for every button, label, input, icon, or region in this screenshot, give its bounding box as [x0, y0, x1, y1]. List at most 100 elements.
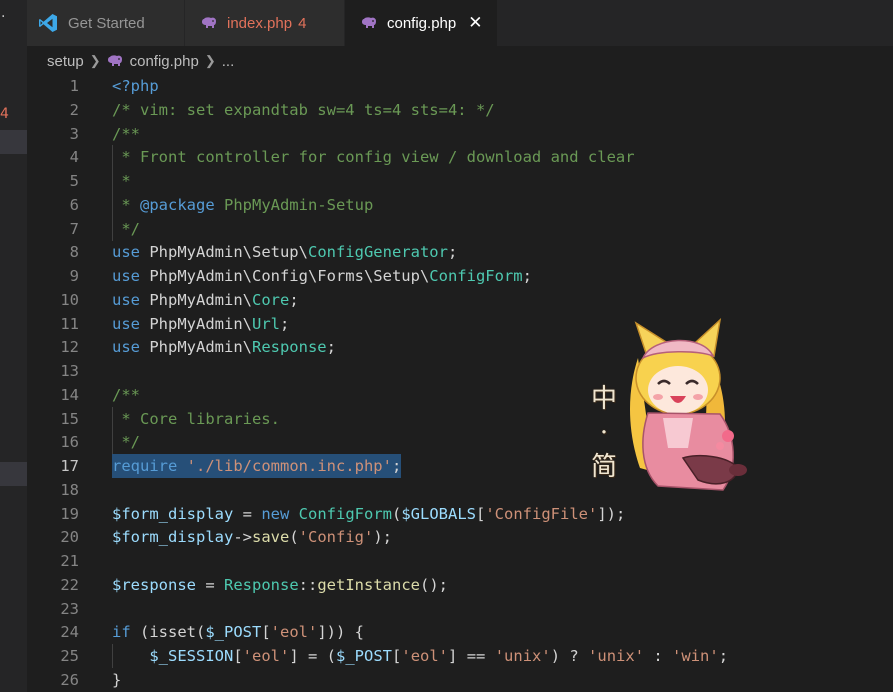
code-line[interactable]: 22 $response = Response::getInstance(); [27, 573, 893, 597]
code-token: use [112, 243, 140, 262]
breadcrumb: setup ❯ config.php ❯ ... [47, 50, 234, 72]
code-token: ])) { [317, 623, 365, 642]
code-line[interactable]: 21 [27, 549, 893, 573]
breadcrumb-file[interactable]: config.php [130, 53, 199, 70]
code-token: [ [261, 623, 271, 642]
code-token: save [252, 528, 290, 547]
code-text: */ [112, 430, 140, 454]
selected-code: require './lib/common.inc.php'; [112, 454, 402, 479]
line-number: 7 [69, 219, 79, 238]
explorer-selected-row[interactable] [0, 130, 27, 154]
code-token: :: [298, 575, 318, 594]
php-elephant-icon [201, 16, 217, 30]
line-number: 8 [69, 243, 79, 262]
line-number: 4 [69, 148, 79, 167]
code-token: ; [289, 290, 299, 309]
anime-girl-sticker: 中 · 简 [588, 317, 758, 496]
close-icon[interactable]: ✕ [468, 13, 482, 33]
code-token: -> [233, 528, 252, 547]
code-editor[interactable]: 1 <?php 2 /* vim: set expandtab sw=4 ts=4 s… [27, 74, 893, 692]
code-token: use [112, 314, 140, 333]
code-token: ; [391, 457, 402, 476]
code-line[interactable]: 13 [27, 359, 893, 383]
code-token: PhpMyAdmin\ [140, 290, 252, 309]
code-line[interactable]: 18 [27, 478, 893, 502]
code-token: ConfigForm [429, 267, 523, 286]
code-line[interactable]: 25 $_SESSION['eol'] = ($_POST['eol'] == … [27, 644, 893, 669]
code-token: ; [279, 314, 290, 333]
code-line[interactable]: 16 */ [27, 430, 893, 455]
code-token: use [112, 338, 140, 357]
code-line[interactable]: 19 $form_display = new ConfigForm($GLOBAL… [27, 502, 893, 526]
code-text: * @package PhpMyAdmin-Setup [112, 193, 373, 217]
line-number: 1 [69, 77, 79, 95]
code-token: */ [112, 219, 140, 238]
code-text: * [112, 169, 130, 193]
code-line[interactable]: 3 /** [27, 122, 893, 146]
code-line[interactable]: 15 * Core libraries. [27, 406, 893, 431]
code-line[interactable]: 26} [27, 668, 893, 692]
code-token: $form_display [112, 528, 234, 547]
code-text: <?php [112, 74, 159, 98]
line-number: 15 [60, 409, 79, 428]
code-token: use [112, 290, 140, 309]
tab-bar: Get Started index.php 4 config.php ✕ [27, 0, 893, 46]
breadcrumb-folder[interactable]: setup [47, 53, 84, 70]
line-number: 19 [60, 504, 79, 523]
code-token: @package [140, 195, 215, 214]
code-token: 'unix' [494, 647, 551, 666]
line-number: 26 [60, 671, 79, 689]
code-token: PhpMyAdmin\ [140, 338, 252, 357]
tab-index-php[interactable]: index.php 4 [184, 0, 344, 46]
code-line[interactable]: 14 /** [27, 383, 893, 407]
php-elephant-icon [107, 54, 123, 68]
code-line[interactable]: 11 use PhpMyAdmin\Url; [27, 312, 893, 336]
code-token: ] == [448, 647, 495, 666]
code-text: /** [112, 122, 140, 146]
php-elephant-icon [361, 16, 377, 30]
code-token: Response [224, 575, 299, 594]
code-line[interactable]: 12 use PhpMyAdmin\Response; [27, 335, 893, 359]
problem-count: 4 [298, 14, 307, 32]
code-token: */ [112, 433, 140, 452]
code-line[interactable]: 7 */ [27, 216, 893, 241]
code-text: $form_display->save('Config'); [112, 525, 392, 549]
code-token: } [112, 671, 122, 689]
line-number: 10 [60, 290, 79, 309]
code-token: ( [289, 528, 299, 547]
code-line[interactable]: 17 require './lib/common.inc.php'; [27, 454, 893, 479]
code-text: /** [112, 383, 140, 407]
code-line[interactable]: 23 [27, 597, 893, 621]
code-line[interactable]: 6 * @package PhpMyAdmin-Setup [27, 192, 893, 217]
code-text: use PhpMyAdmin\Config\Forms\Setup\Config… [112, 264, 532, 288]
code-token: = [233, 504, 262, 523]
tab-get-started[interactable]: Get Started [27, 0, 184, 46]
more-actions-icon[interactable]: · [1, 10, 5, 24]
code-token: PhpMyAdmin\Setup\ [140, 243, 308, 262]
code-text: } [112, 668, 121, 692]
code-text: * Core libraries. [112, 407, 280, 431]
code-line[interactable]: 1 <?php [27, 74, 893, 98]
code-line[interactable]: 9 use PhpMyAdmin\Config\Forms\Setup\Confi… [27, 264, 893, 288]
code-token: : [644, 647, 673, 666]
code-line[interactable]: 20 $form_display->save('Config'); [27, 525, 893, 549]
code-token: use [112, 267, 140, 286]
tab-config-php[interactable]: config.php ✕ [345, 0, 497, 46]
code-line[interactable]: 10 use PhpMyAdmin\Core; [27, 288, 893, 312]
code-line[interactable]: 5 * [27, 169, 893, 194]
breadcrumb-more[interactable]: ... [222, 53, 235, 70]
code-text: use PhpMyAdmin\Setup\ConfigGenerator; [112, 240, 457, 264]
explorer-selected-row-2[interactable] [0, 462, 27, 486]
code-line[interactable]: 2 /* vim: set expandtab sw=4 ts=4 sts=4: … [27, 98, 893, 122]
code-line[interactable]: 8 use PhpMyAdmin\Setup\ConfigGenerator; [27, 240, 893, 264]
line-number: 24 [60, 623, 79, 642]
code-token: [ [476, 504, 486, 523]
code-token: * Front controller for config view / dow… [112, 148, 635, 167]
code-line[interactable]: 4 * Front controller for config view / d… [27, 145, 893, 170]
code-token: $GLOBALS [401, 504, 476, 523]
code-text: /* vim: set expandtab sw=4 ts=4 sts=4: *… [112, 98, 495, 122]
code-line[interactable]: 24 if (isset($_POST['eol'])) { [27, 620, 893, 644]
line-number: 25 [60, 647, 79, 666]
code-text: use PhpMyAdmin\Core; [112, 288, 299, 312]
